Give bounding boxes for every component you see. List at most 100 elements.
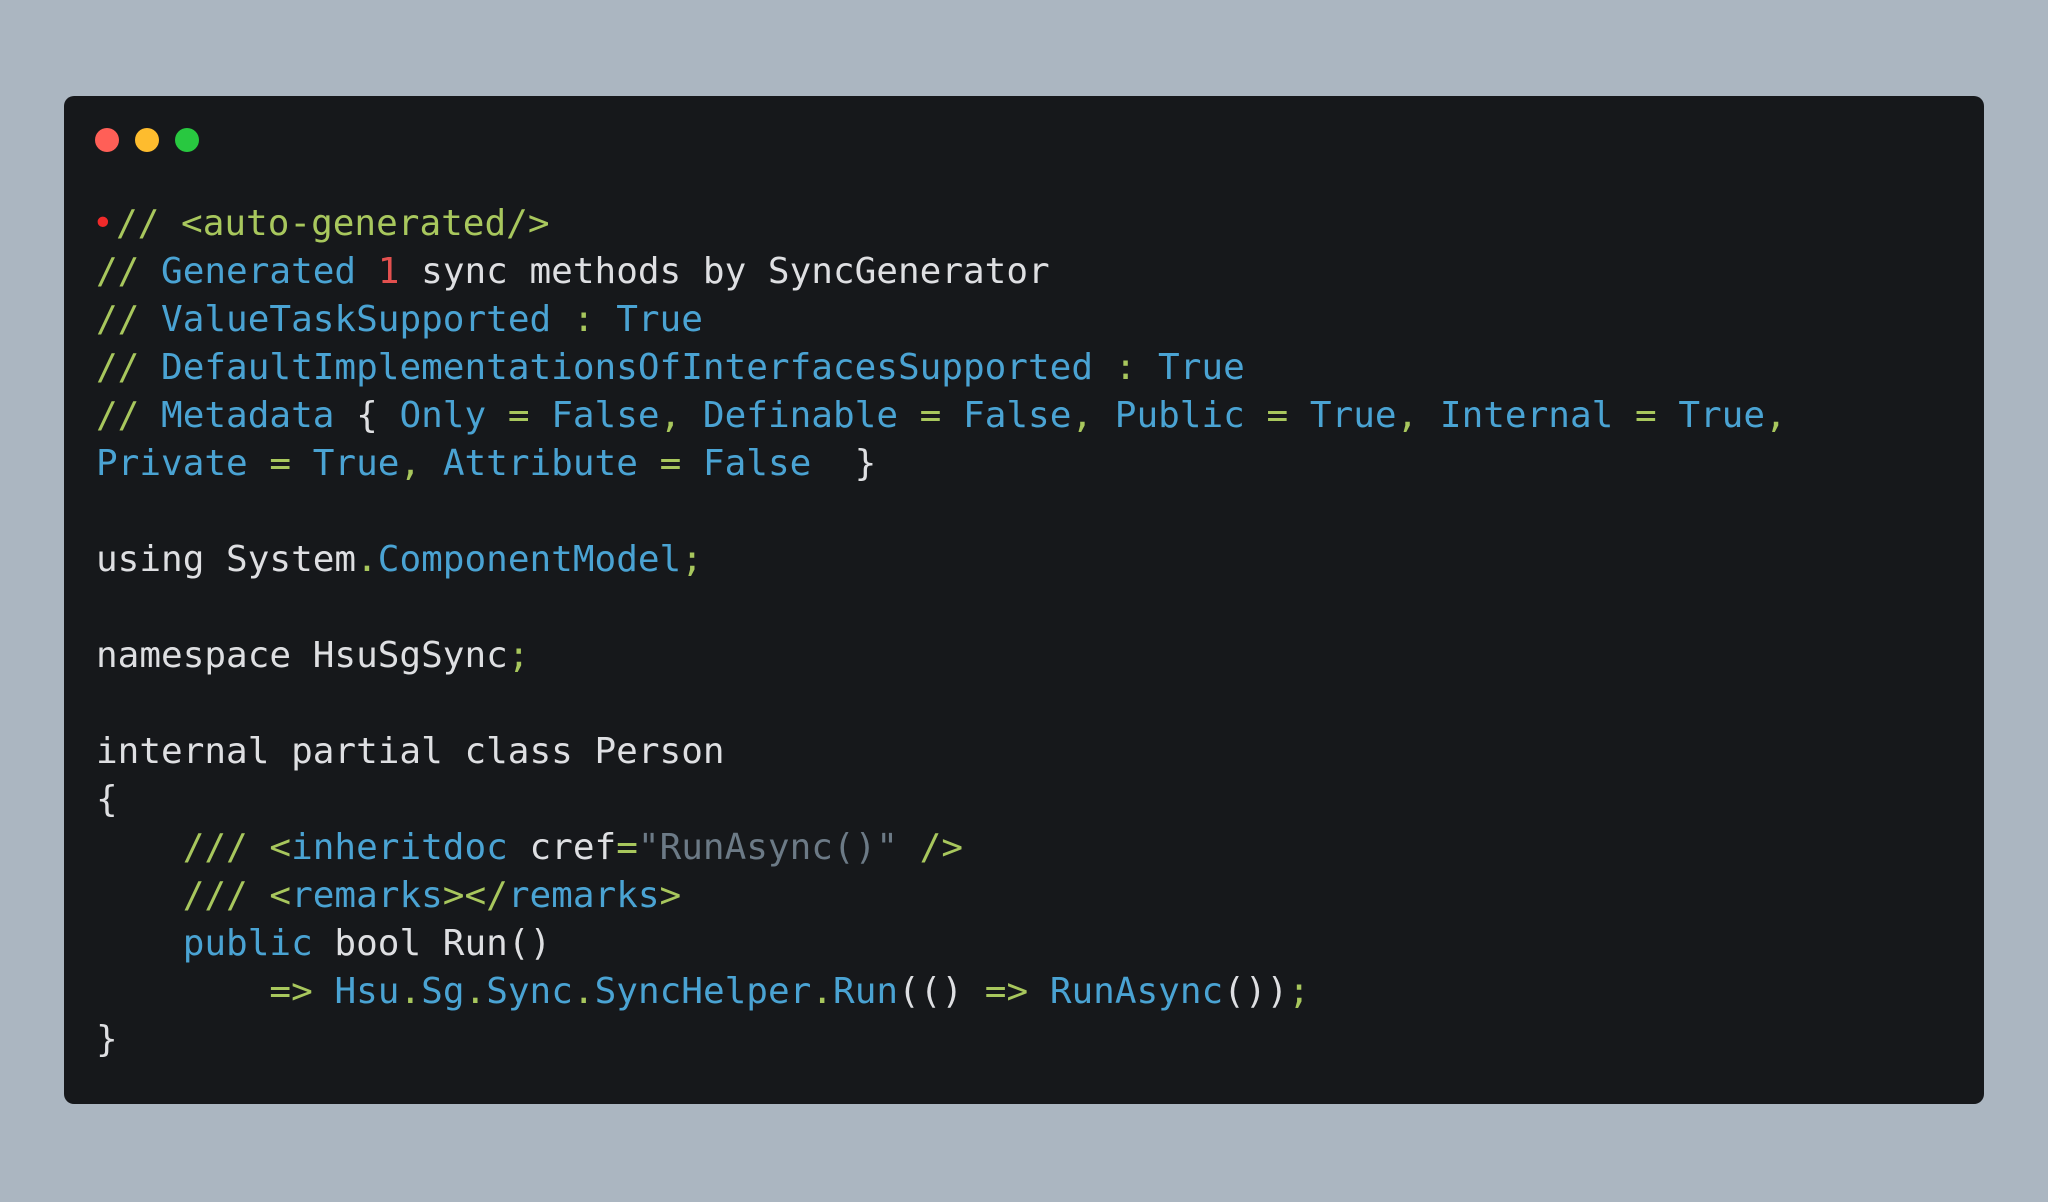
code-line: // Generated 1 sync methods by SyncGener… (96, 248, 1787, 296)
code-token: < (269, 827, 292, 868)
code-token: "RunAsync()" (637, 827, 898, 868)
code-token: = (1244, 395, 1310, 436)
code-token: Private (96, 443, 248, 484)
code-token: ; (681, 539, 703, 580)
code-token: : (1093, 347, 1159, 388)
code-line: // DefaultImplementationsOfInterfacesSup… (96, 344, 1787, 392)
code-token: remarks (291, 875, 443, 916)
code-token: /// (96, 827, 270, 868)
code-token: , (659, 395, 703, 436)
code-token: ; (1288, 971, 1310, 1012)
code-token: { (96, 779, 118, 820)
code-token: . (811, 971, 834, 1012)
code-token: . (399, 971, 422, 1012)
code-token: True (1309, 395, 1397, 436)
code-token: = (247, 443, 313, 484)
code-token: = (616, 827, 638, 868)
maximize-window-button[interactable] (175, 128, 199, 152)
code-line: using System.ComponentModel; (96, 536, 1787, 584)
code-token: using System (96, 539, 357, 580)
code-line: public bool Run() (96, 920, 1787, 968)
code-token: Sync (486, 971, 573, 1012)
code-token: , (399, 443, 443, 484)
code-token: RunAsync (1049, 971, 1224, 1012)
code-token: < (269, 875, 292, 916)
code-token: } (811, 443, 877, 484)
code-line: /// <remarks></remarks> (96, 872, 1787, 920)
code-token: bool Run() (312, 923, 552, 964)
code-token: . (464, 971, 487, 1012)
code-token: cref (507, 827, 617, 868)
code-token: namespace HsuSgSync (96, 635, 508, 676)
code-token: /> (897, 827, 964, 868)
code-token: // (96, 347, 162, 388)
code-token: . (572, 971, 595, 1012)
code-token: Only (399, 395, 487, 436)
code-token: remarks (507, 875, 660, 916)
code-token: DefaultImplementationsOfInterfacesSuppor… (161, 347, 1094, 388)
code-token: Run (833, 971, 899, 1012)
code-token: sync methods by SyncGenerator (399, 251, 1050, 292)
code-token: = (1613, 395, 1679, 436)
code-token: ></ (442, 875, 508, 916)
code-token: True (312, 443, 400, 484)
code-token: Metadata (161, 395, 335, 436)
code-token: True (1678, 395, 1766, 436)
code-line: •// <auto-generated/> (92, 203, 550, 244)
code-line: internal partial class Person (96, 728, 1787, 776)
code-token: public (182, 923, 313, 964)
code-token: False (551, 395, 660, 436)
code-token: Attribute (442, 443, 638, 484)
code-line: namespace HsuSgSync; (96, 632, 1787, 680)
code-token: Sg (421, 971, 465, 1012)
code-token: <auto-generated/> (181, 203, 550, 244)
code-line: Private = True, Attribute = False } (96, 440, 1787, 488)
code-token: True (616, 299, 703, 340)
code-token: ; (507, 635, 530, 676)
code-token: = (486, 395, 552, 436)
code-token: False (963, 395, 1072, 436)
code-token: , (1765, 395, 1787, 436)
code-token: // (116, 203, 182, 244)
code-line: /// <inheritdoc cref="RunAsync()" /> (96, 824, 1787, 872)
code-token: (() (898, 971, 985, 1012)
code-token: Hsu (334, 971, 400, 1012)
code-token: Public (1114, 395, 1245, 436)
code-token: // (96, 251, 162, 292)
code-line: // Metadata { Only = False, Definable = … (96, 392, 1787, 440)
code-token: { (334, 395, 400, 436)
close-window-button[interactable] (95, 128, 119, 152)
code-token: inheritdoc (291, 827, 508, 868)
code-token: , (1396, 395, 1440, 436)
code-token: Internal (1439, 395, 1614, 436)
code-token: => (269, 971, 313, 1012)
code-token: Generated (161, 251, 378, 292)
code-block: •// <auto-generated/>// Generated 1 sync… (92, 200, 1787, 1064)
code-token: 1 (377, 251, 400, 292)
minimize-window-button[interactable] (135, 128, 159, 152)
code-token: Definable (702, 395, 898, 436)
code-token: SyncHelper (594, 971, 812, 1012)
code-token: /// (96, 875, 270, 916)
code-line: => Hsu.Sg.Sync.SyncHelper.Run(() => RunA… (96, 968, 1787, 1016)
code-token: : (551, 299, 617, 340)
code-line: // ValueTaskSupported : True (96, 296, 1787, 344)
code-token: ComponentModel (377, 539, 682, 580)
code-token: internal partial class Person (96, 731, 725, 772)
code-line: { (96, 776, 1787, 824)
code-token: > (659, 875, 682, 916)
code-token: , (1071, 395, 1115, 436)
code-token: // (96, 299, 162, 340)
code-token: } (96, 1019, 118, 1060)
code-token: . (356, 539, 378, 580)
code-token: = (898, 395, 964, 436)
code-token: ()) (1223, 971, 1289, 1012)
code-token: True (1158, 347, 1245, 388)
